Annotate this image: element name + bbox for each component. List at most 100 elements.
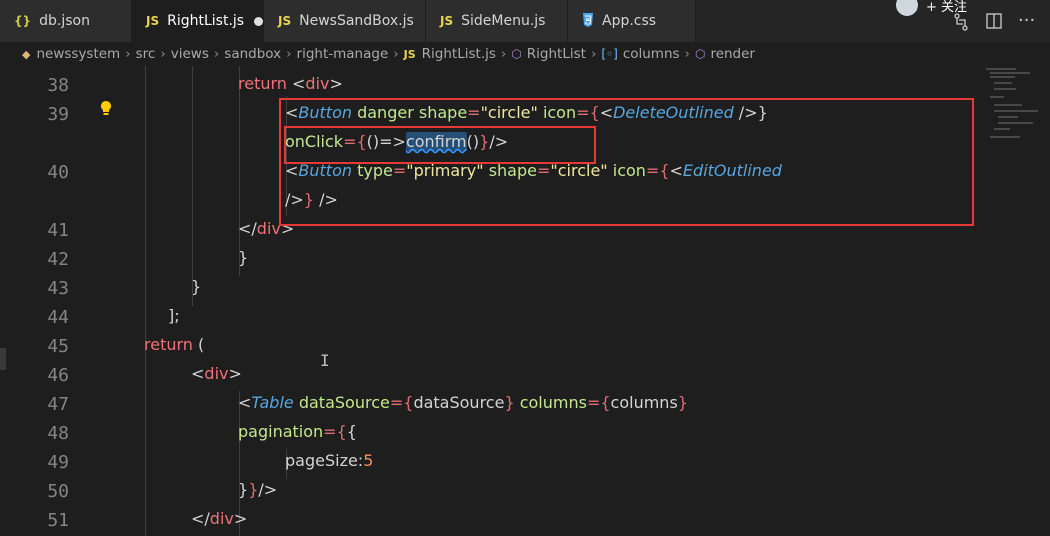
code-token: /> xyxy=(258,480,278,499)
compare-changes-icon[interactable] xyxy=(953,13,969,35)
minimap-line xyxy=(986,68,1016,70)
minimap-line xyxy=(994,88,1016,90)
breadcrumb-item[interactable]: render xyxy=(710,46,755,62)
code-line-51: </div> xyxy=(191,509,247,528)
code-token: } xyxy=(677,393,688,412)
breadcrumb-item[interactable]: sandbox xyxy=(224,46,281,62)
code-token: pageSize: xyxy=(285,451,364,470)
code-line-48: pagination={{ xyxy=(238,422,357,441)
line-number: 48 xyxy=(47,423,69,444)
code-token: div xyxy=(209,509,234,528)
line-number: 38 xyxy=(47,75,69,96)
minimap-line xyxy=(998,116,1018,118)
code-token: 5 xyxy=(363,451,374,470)
line-number: 42 xyxy=(47,249,69,270)
tab-app-css[interactable]: App.css xyxy=(568,0,696,42)
code-line-46: <div> xyxy=(191,364,242,383)
breadcrumb-item[interactable]: RightList.js xyxy=(422,46,496,62)
code-token: columns xyxy=(519,393,587,412)
code-line-38: return <div> xyxy=(238,74,343,93)
tab-label: db.json xyxy=(39,13,90,29)
minimap-line xyxy=(994,104,1022,106)
code-token: return xyxy=(238,74,287,93)
chevron-right-icon: › xyxy=(590,46,597,62)
code-line-49: pageSize:5 xyxy=(285,451,373,470)
tab-newssandbox-js[interactable]: JS NewsSandBox.js xyxy=(264,0,426,42)
code-token: { xyxy=(346,422,357,441)
breadcrumb-item[interactable]: columns xyxy=(623,46,680,62)
json-file-icon: {} xyxy=(14,14,32,28)
minimap-line xyxy=(990,76,1015,78)
breadcrumb: ◆ newssystem › src › views › sandbox › r… xyxy=(0,42,1050,66)
line-number: 39 xyxy=(47,104,69,125)
code-line-44: ]; xyxy=(168,306,180,325)
chevron-right-icon: › xyxy=(213,46,220,62)
tab-rightlist-js[interactable]: JS RightList.js xyxy=(132,0,264,42)
split-editor-icon[interactable] xyxy=(986,13,1002,33)
code-token: ={ xyxy=(389,393,414,412)
code-token: dataSource xyxy=(413,393,505,412)
minimap-line xyxy=(994,128,1010,130)
tab-label: App.css xyxy=(602,13,657,29)
code-token: < xyxy=(292,74,306,93)
more-actions-icon[interactable]: ··· xyxy=(1018,10,1035,31)
breadcrumb-item[interactable]: views xyxy=(171,46,209,62)
line-number: 44 xyxy=(47,307,69,328)
code-token: dataSource xyxy=(298,393,390,412)
line-number: 50 xyxy=(47,481,69,502)
line-number: 51 xyxy=(47,510,69,531)
chevron-right-icon: › xyxy=(125,46,131,62)
code-token: } xyxy=(504,393,515,412)
text-cursor-icon: I xyxy=(320,351,330,370)
code-token: } xyxy=(248,480,259,499)
indent-guide xyxy=(192,66,193,306)
breadcrumb-item[interactable]: right-manage xyxy=(297,46,389,62)
minimap-line xyxy=(990,72,1030,74)
line-number-gutter: 38 39 40 41 42 43 44 45 46 47 48 49 50 5… xyxy=(0,66,80,536)
highlight-box-inner xyxy=(284,126,596,164)
symbol-method-icon: ⬡ xyxy=(694,47,706,61)
code-line-50: }}/> xyxy=(238,480,277,499)
tab-label: NewsSandBox.js xyxy=(299,13,414,29)
chevron-right-icon: › xyxy=(684,46,690,62)
code-token: } xyxy=(238,480,249,499)
line-number: 45 xyxy=(47,336,69,357)
breadcrumb-item[interactable]: src xyxy=(136,46,156,62)
code-line-45: return ( xyxy=(144,335,204,354)
code-line-47: <Table dataSource={dataSource} columns={… xyxy=(238,393,688,412)
tab-db-json[interactable]: {} db.json xyxy=(0,0,132,42)
minimap-line xyxy=(990,96,1004,98)
indent-guide xyxy=(239,66,240,276)
code-token: div xyxy=(204,364,229,383)
code-token: < xyxy=(191,364,205,383)
minimap-line xyxy=(990,136,1020,138)
code-token: return xyxy=(144,335,193,354)
code-token: columns xyxy=(610,393,678,412)
line-number: 47 xyxy=(47,394,69,415)
code-token: < xyxy=(238,393,252,412)
symbol-variable-icon: [◦] xyxy=(601,47,618,61)
tab-sidemenu-js[interactable]: JS SideMenu.js xyxy=(426,0,568,42)
chevron-right-icon: › xyxy=(393,46,399,62)
breadcrumb-item[interactable]: newssystem xyxy=(36,46,120,62)
minimap-line xyxy=(994,82,1012,84)
avatar[interactable] xyxy=(896,0,918,16)
line-number: 40 xyxy=(47,162,69,183)
code-token: > xyxy=(228,364,242,383)
unsaved-dot-icon[interactable] xyxy=(254,16,263,26)
chevron-right-icon: › xyxy=(500,46,507,62)
chevron-right-icon: › xyxy=(286,46,292,62)
tab-label: RightList.js xyxy=(167,13,245,29)
breadcrumb-item[interactable]: RightList xyxy=(527,46,586,62)
code-editor[interactable]: 38 39 40 41 42 43 44 45 46 47 48 49 50 5… xyxy=(0,66,1050,536)
indent-guide xyxy=(145,66,146,536)
chevron-right-icon: › xyxy=(160,46,166,62)
code-line-43: } xyxy=(191,277,202,296)
line-number: 46 xyxy=(47,365,69,386)
minimap-line xyxy=(998,122,1033,124)
minimap[interactable] xyxy=(980,66,1050,216)
folder-icon: ◆ xyxy=(22,47,31,61)
lightbulb-icon[interactable] xyxy=(99,100,113,116)
symbol-class-icon: ⬡ xyxy=(511,47,522,61)
js-file-icon: JS xyxy=(440,14,454,28)
